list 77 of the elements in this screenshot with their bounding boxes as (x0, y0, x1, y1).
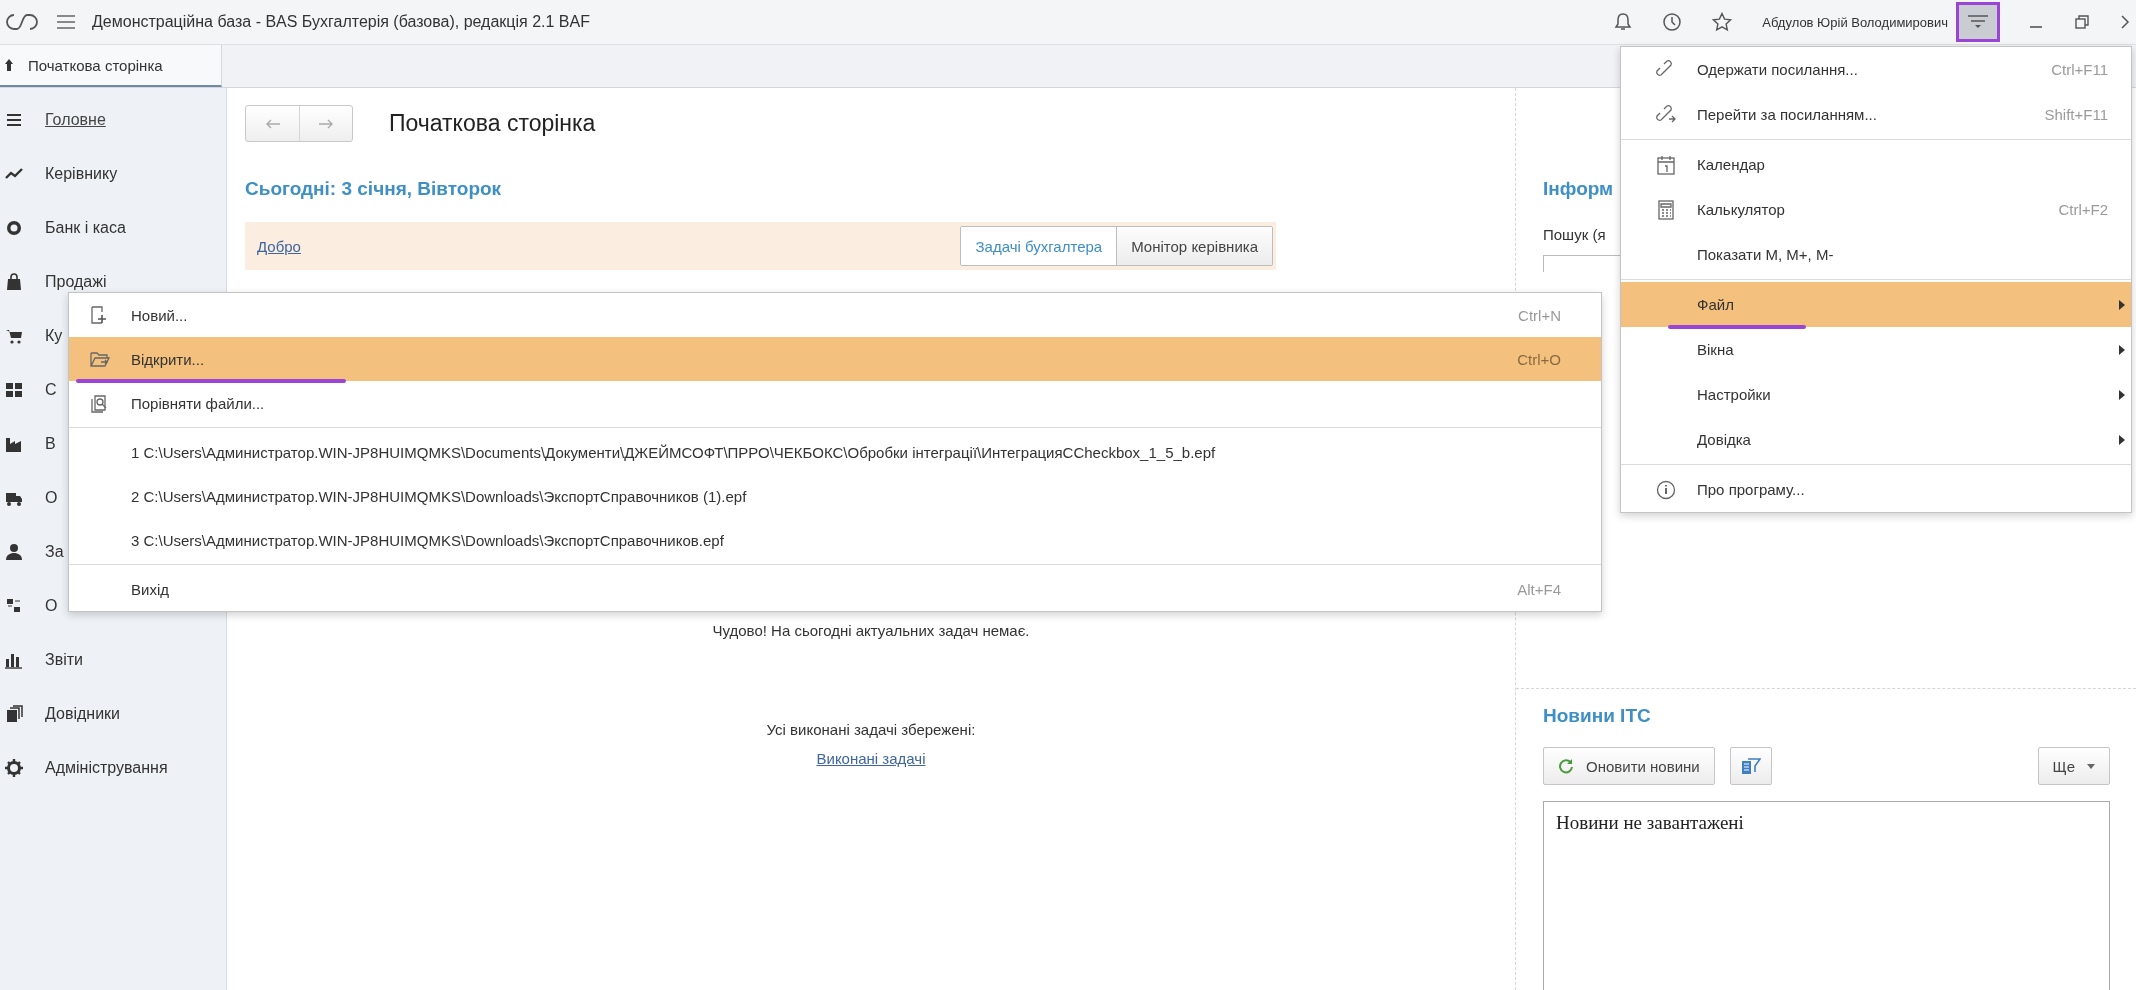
menu-item[interactable]: 3 C:\Users\Администратор.WIN-JP8HUIMQMKS\Downloads\ЭкспортСправочников.epf (69, 518, 1601, 562)
main-menu-button[interactable] (1956, 2, 2000, 42)
section-heading: Інформ (1543, 178, 1615, 200)
bar-chart-icon (5, 651, 23, 669)
menu-item[interactable]: Калькулятор Ctrl+F2 (1621, 187, 2131, 232)
menu-item[interactable]: Календар (1621, 142, 2131, 187)
completed-tasks-link[interactable]: Виконані задачі (816, 750, 926, 767)
menu-icon[interactable] (56, 14, 76, 30)
menu-item[interactable]: Перейти за посиланням... Shift+F11 (1621, 92, 2131, 137)
cart-icon (5, 327, 23, 345)
sidebar-item[interactable]: Головне (45, 111, 106, 129)
page-title: Початкова сторінка (389, 110, 596, 137)
ledger-icon (5, 597, 23, 615)
menu-item[interactable]: Одержати посилання... Ctrl+F11 (1621, 47, 2131, 92)
menu-item[interactable]: Настройки (1621, 372, 2131, 417)
view-toggle-button[interactable]: Монітор керівника (1116, 227, 1272, 265)
sidebar-item[interactable]: Керівнику (45, 165, 118, 183)
menu-item[interactable]: Довідка (1621, 417, 2131, 462)
section-heading: Новини ІТС (1543, 705, 1652, 727)
status-message: Чудово! На сьогодні актуальних задач немає. (711, 622, 1031, 639)
user-name[interactable]: Абдулов Юрій Володимирович (1762, 14, 1948, 30)
date-heading: Сьогодні: 3 січня, Вівторок (245, 178, 503, 200)
back-arrow-icon (264, 118, 281, 129)
sidebar-item[interactable]: О (45, 597, 58, 615)
greeting-link[interactable]: Добро (257, 237, 301, 255)
bag-icon (5, 273, 23, 291)
more-button[interactable]: Ще (2037, 747, 2110, 785)
sidebar-item[interactable]: Ку (45, 327, 63, 345)
search-label: Пошук (я (1543, 226, 1607, 243)
sidebar-item[interactable]: О (45, 489, 58, 507)
menu-item[interactable]: 1 C:\Users\Администратор.WIN-JP8HUIMQMKS\Documents\Документи\ДЖЕЙМСОФТ\ПРРО\ЧЕКБОКС\Обробки інтеграції\ИнтеграцияCCheckbox_1_5_b.epf (69, 430, 1601, 474)
person-icon (5, 543, 23, 561)
saved-note: Усі виконані задачі збережені: (765, 721, 977, 738)
calendar-icon (1655, 153, 1677, 176)
menu-item[interactable]: Вихід Alt+F4 (69, 567, 1601, 611)
factory-icon (5, 435, 23, 453)
coin-icon (5, 219, 23, 237)
menu-item[interactable]: Файл (1621, 282, 2131, 327)
menu-item[interactable]: Порівняти файли... (69, 381, 1601, 425)
grid-icon (5, 381, 23, 399)
tab[interactable]: Початкова сторінка (0, 45, 222, 87)
documents-icon (5, 705, 23, 723)
refresh-icon (1558, 758, 1574, 774)
menu-item[interactable]: Новий... Ctrl+N (69, 293, 1601, 337)
calculator-icon (1655, 198, 1677, 221)
caret-icon (2087, 763, 2095, 769)
news-settings-button[interactable] (1729, 747, 1772, 785)
sidebar-item[interactable]: Звіти (45, 651, 83, 669)
window-title: Демонстраційна база - BAS Бухгалтерія (базова), редакція 2.1 BAF (92, 13, 590, 31)
sidebar-item[interactable]: Продажі (45, 273, 107, 291)
menu-item[interactable]: Відкрити... Ctrl+O (69, 337, 1601, 381)
sidebar-item[interactable]: В (45, 435, 56, 453)
star-icon[interactable] (1712, 12, 1733, 32)
menu-item[interactable]: 2 C:\Users\Администратор.WIN-JP8HUIMQMKS\Downloads\ЭкспортСправочников (1).epf (69, 474, 1601, 518)
chevron-right-icon[interactable] (2120, 14, 2130, 30)
view-toggle-button[interactable]: Задачі бухгалтера (961, 227, 1117, 265)
menu-item[interactable]: Вікна (1621, 327, 2131, 372)
home-icon (4, 58, 14, 72)
sidebar-item[interactable]: С (45, 381, 57, 399)
forward-arrow-icon (318, 118, 334, 129)
menu-item[interactable]: Про програму... (1621, 467, 2131, 512)
logo-icon (4, 12, 40, 32)
sidebar-item[interactable]: Довідники (45, 705, 120, 723)
list-icon (5, 111, 23, 129)
restore-icon[interactable] (2074, 14, 2090, 30)
gear-icon (5, 759, 23, 777)
history-icon[interactable] (1662, 12, 1683, 32)
bell-icon[interactable] (1614, 12, 1633, 32)
sidebar-item[interactable]: Адміністрування (45, 759, 168, 777)
sidebar-item[interactable]: За (45, 543, 64, 561)
menu-caret-icon (1967, 14, 1989, 30)
document-filter-icon (1740, 757, 1761, 775)
menu-item[interactable]: Показати M, M+, M- (1621, 232, 2131, 277)
news-status-text: Новини не завантажені (1556, 812, 1744, 833)
sidebar-item[interactable]: Банк і каса (45, 219, 126, 237)
refresh-news-button[interactable]: Оновити новини (1543, 747, 1715, 785)
info-icon (1655, 478, 1677, 501)
